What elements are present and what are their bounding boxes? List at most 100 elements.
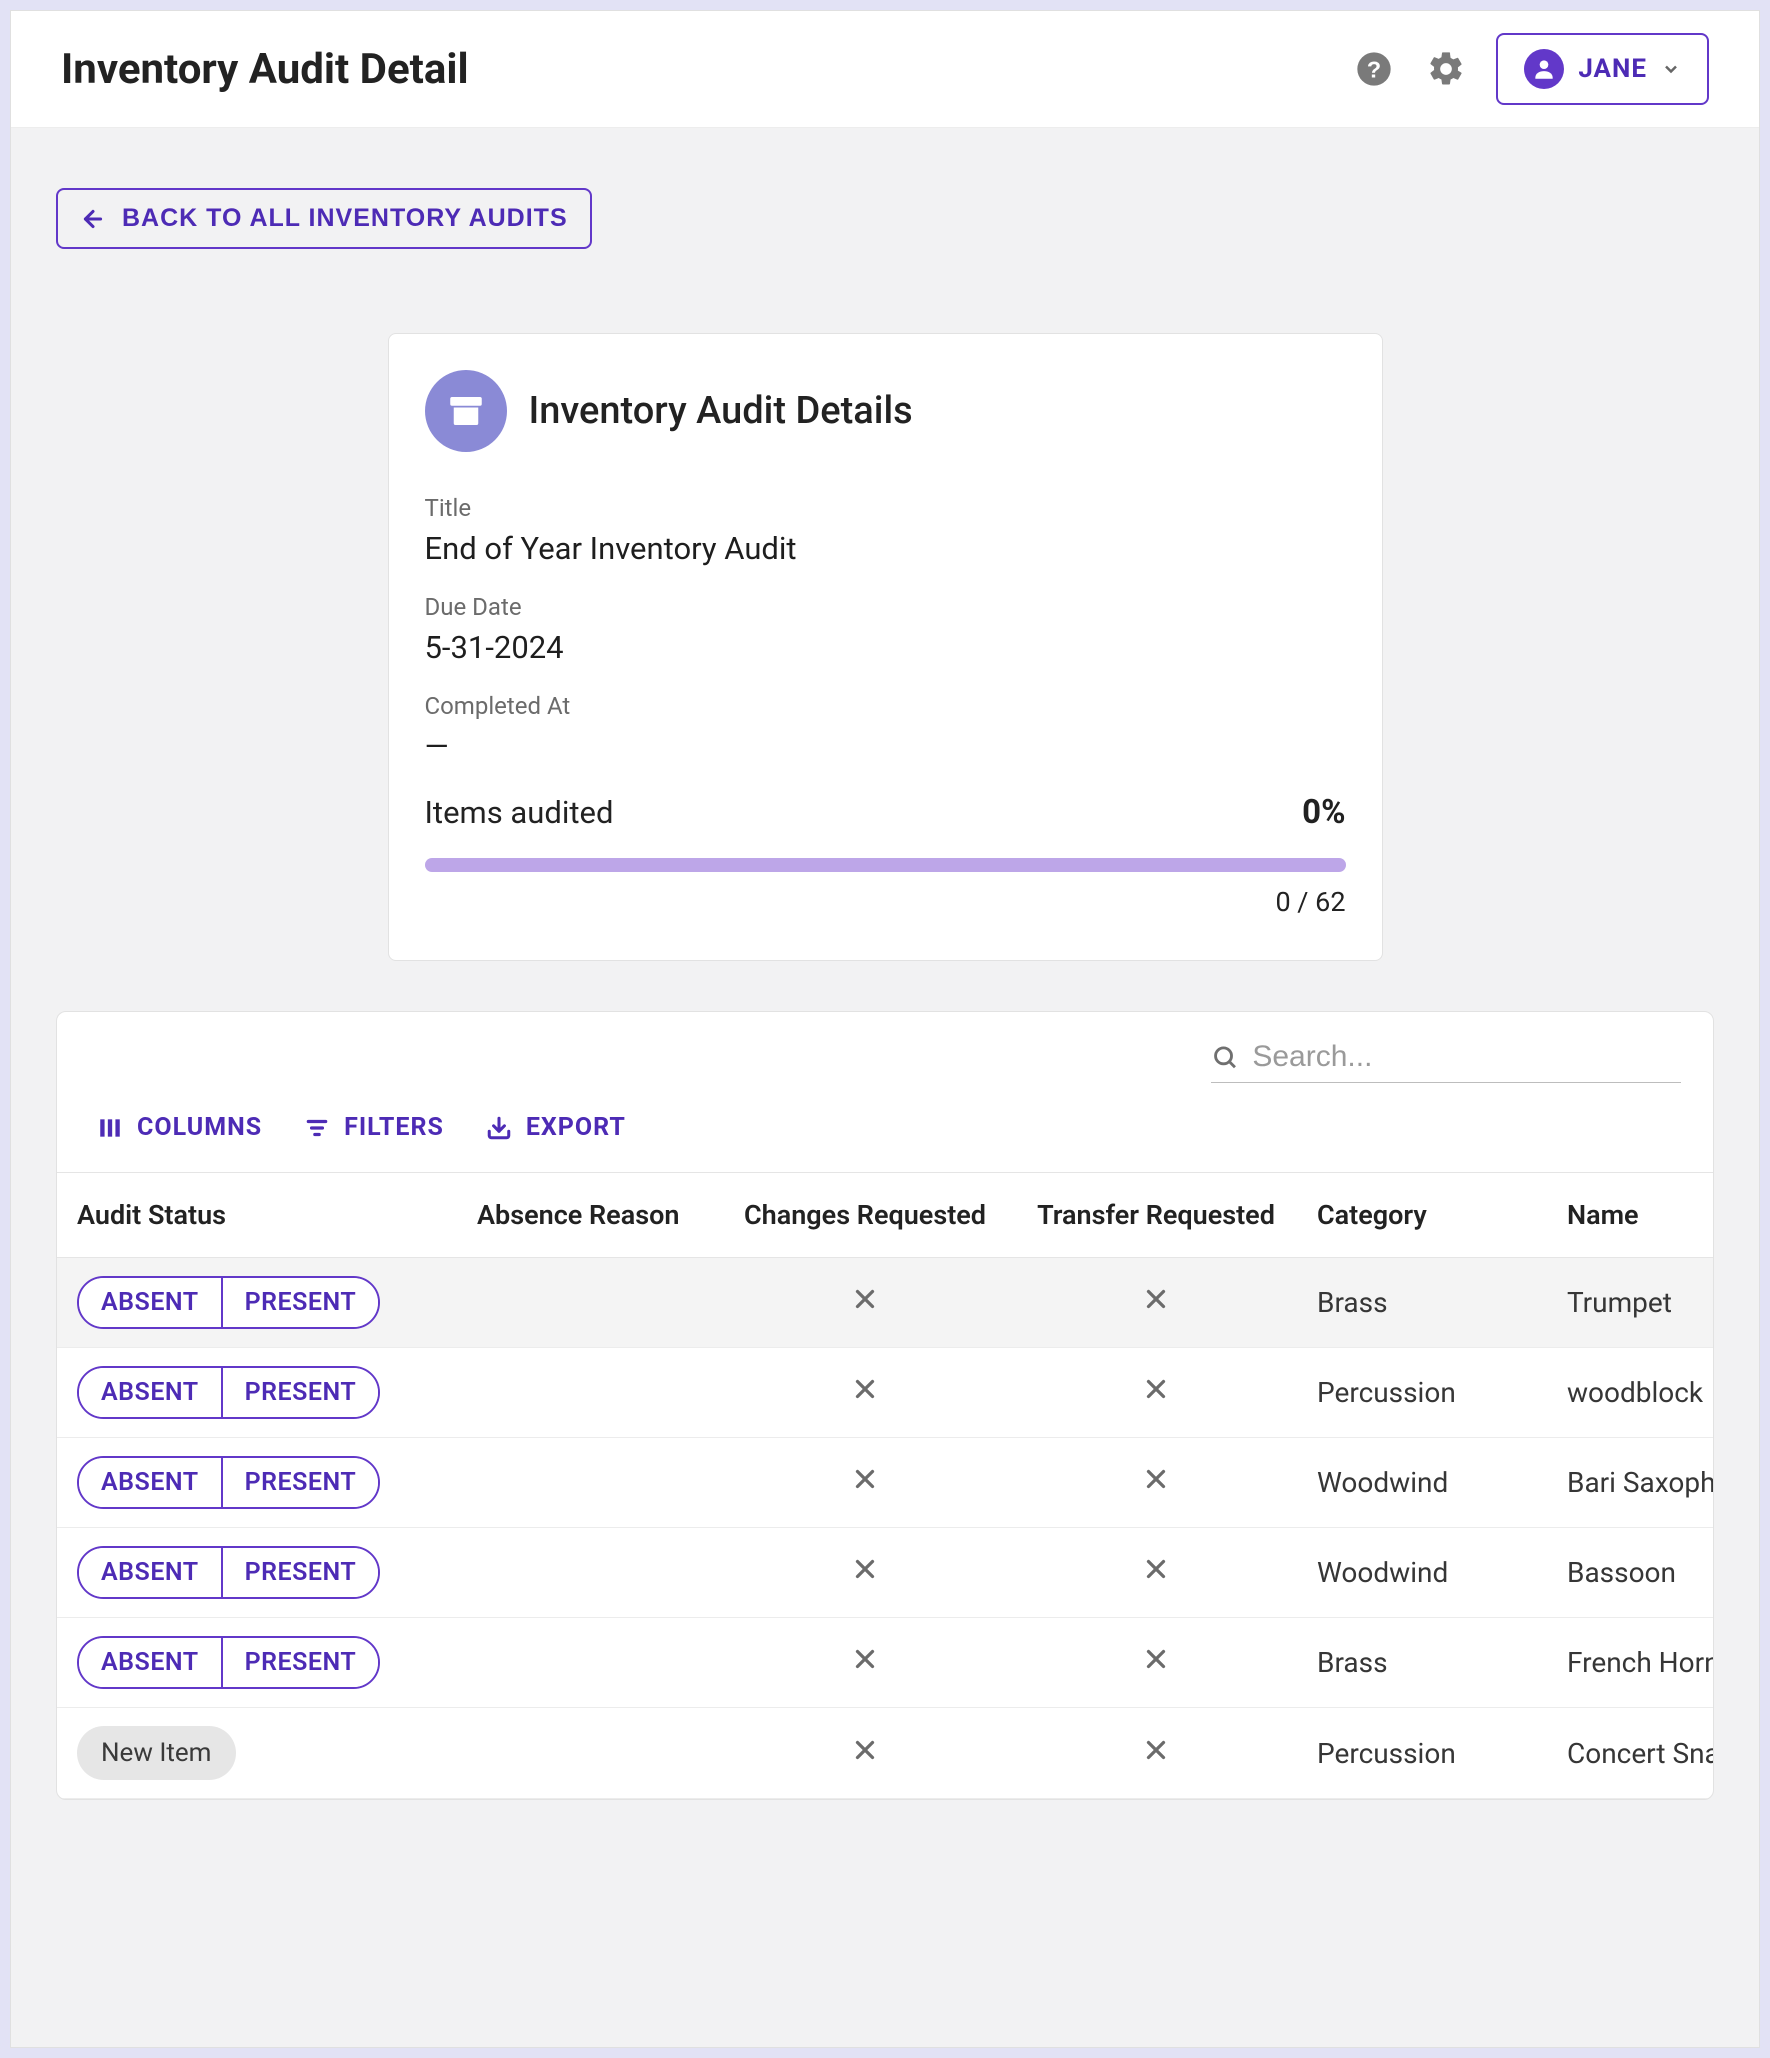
table-row[interactable]: ABSENTPRESENTPercussionwoodblock bbox=[57, 1348, 1713, 1438]
present-button[interactable]: PRESENT bbox=[221, 1548, 379, 1597]
progress-label: Items audited bbox=[425, 794, 614, 831]
title-field-label: Title bbox=[425, 494, 1346, 522]
app-header: Inventory Audit Detail ? JANE bbox=[11, 11, 1759, 128]
absent-button[interactable]: ABSENT bbox=[79, 1458, 221, 1507]
cell-absence-reason bbox=[457, 1348, 715, 1438]
avatar-icon bbox=[1524, 49, 1564, 89]
cell-absence-reason bbox=[457, 1258, 715, 1348]
col-category[interactable]: Category bbox=[1297, 1173, 1547, 1258]
columns-button-label: COLUMNS bbox=[137, 1113, 262, 1142]
search-input[interactable] bbox=[1252, 1040, 1681, 1074]
cell-category: Woodwind bbox=[1297, 1438, 1547, 1528]
close-icon bbox=[1141, 1378, 1171, 1411]
help-icon[interactable]: ? bbox=[1352, 47, 1396, 91]
absent-button[interactable]: ABSENT bbox=[79, 1638, 221, 1687]
col-name[interactable]: Name bbox=[1547, 1173, 1713, 1258]
columns-icon bbox=[97, 1115, 123, 1141]
cell-category: Percussion bbox=[1297, 1708, 1547, 1799]
cell-audit-status: ABSENTPRESENT bbox=[57, 1258, 457, 1348]
search-icon bbox=[1211, 1042, 1238, 1072]
cell-transfer-requested bbox=[1015, 1258, 1297, 1348]
cell-changes-requested bbox=[715, 1438, 1015, 1528]
present-button[interactable]: PRESENT bbox=[221, 1278, 379, 1327]
export-button[interactable]: EXPORT bbox=[486, 1113, 626, 1142]
table-row[interactable]: ABSENTPRESENT BrassTrumpet bbox=[57, 1258, 1713, 1348]
cell-category: Brass bbox=[1297, 1618, 1547, 1708]
close-icon bbox=[1141, 1739, 1171, 1772]
cell-name: Bari Saxoph bbox=[1547, 1438, 1713, 1528]
table-row[interactable]: New Item PercussionConcert Sna bbox=[57, 1708, 1713, 1799]
header-actions: ? JANE bbox=[1352, 33, 1709, 105]
cell-audit-status: ABSENTPRESENT bbox=[57, 1618, 457, 1708]
close-icon bbox=[1141, 1648, 1171, 1681]
cell-name: Bassoon bbox=[1547, 1528, 1713, 1618]
cell-name: Concert Sna bbox=[1547, 1708, 1713, 1799]
cell-audit-status: ABSENTPRESENT bbox=[57, 1348, 457, 1438]
detail-card-heading: Inventory Audit Details bbox=[529, 389, 913, 433]
progress-count: 0 / 62 bbox=[425, 886, 1346, 918]
filter-icon bbox=[304, 1115, 330, 1141]
present-button[interactable]: PRESENT bbox=[221, 1368, 379, 1417]
cell-absence-reason bbox=[457, 1708, 715, 1799]
cell-changes-requested bbox=[715, 1348, 1015, 1438]
cell-absence-reason bbox=[457, 1618, 715, 1708]
col-audit-status[interactable]: Audit Status bbox=[57, 1173, 457, 1258]
due-date-field-label: Due Date bbox=[425, 593, 1346, 621]
close-icon bbox=[850, 1378, 880, 1411]
cell-audit-status: ABSENTPRESENT bbox=[57, 1438, 457, 1528]
close-icon bbox=[850, 1288, 880, 1321]
progress-bar bbox=[425, 858, 1346, 872]
user-menu[interactable]: JANE bbox=[1496, 33, 1709, 105]
close-icon bbox=[1141, 1558, 1171, 1591]
table-row[interactable]: ABSENTPRESENT WoodwindBassoon bbox=[57, 1528, 1713, 1618]
cell-transfer-requested bbox=[1015, 1348, 1297, 1438]
audit-items-table-card: COLUMNS FILTERS EXPORT Audit Status bbox=[56, 1011, 1714, 1800]
new-item-chip: New Item bbox=[77, 1726, 236, 1780]
absent-button[interactable]: ABSENT bbox=[79, 1548, 221, 1597]
present-button[interactable]: PRESENT bbox=[221, 1458, 379, 1507]
filters-button-label: FILTERS bbox=[344, 1113, 444, 1142]
user-name-label: JANE bbox=[1578, 54, 1647, 84]
completed-at-field-value: — bbox=[425, 728, 1346, 765]
absent-button[interactable]: ABSENT bbox=[79, 1278, 221, 1327]
status-pill-group: ABSENTPRESENT bbox=[77, 1636, 380, 1689]
absent-button[interactable]: ABSENT bbox=[79, 1368, 221, 1417]
back-button-label: BACK TO ALL INVENTORY AUDITS bbox=[122, 204, 568, 233]
col-transfer-requested[interactable]: Transfer Requested bbox=[1015, 1173, 1297, 1258]
present-button[interactable]: PRESENT bbox=[221, 1638, 379, 1687]
due-date-field-value: 5-31-2024 bbox=[425, 629, 1346, 666]
col-absence-reason[interactable]: Absence Reason bbox=[457, 1173, 715, 1258]
cell-audit-status: ABSENTPRESENT bbox=[57, 1528, 457, 1618]
col-changes-requested[interactable]: Changes Requested bbox=[715, 1173, 1015, 1258]
status-pill-group: ABSENTPRESENT bbox=[77, 1276, 380, 1329]
cell-category: Brass bbox=[1297, 1258, 1547, 1348]
close-icon bbox=[1141, 1288, 1171, 1321]
cell-transfer-requested bbox=[1015, 1618, 1297, 1708]
filters-button[interactable]: FILTERS bbox=[304, 1113, 444, 1142]
close-icon bbox=[850, 1558, 880, 1591]
cell-audit-status: New Item bbox=[57, 1708, 457, 1799]
columns-button[interactable]: COLUMNS bbox=[97, 1113, 262, 1142]
export-button-label: EXPORT bbox=[526, 1113, 626, 1142]
close-icon bbox=[1141, 1468, 1171, 1501]
cell-name: Trumpet bbox=[1547, 1258, 1713, 1348]
back-button[interactable]: BACK TO ALL INVENTORY AUDITS bbox=[56, 188, 592, 249]
progress-percent: 0% bbox=[1302, 793, 1345, 832]
gear-icon[interactable] bbox=[1424, 47, 1468, 91]
table-row[interactable]: ABSENTPRESENT WoodwindBari Saxoph bbox=[57, 1438, 1713, 1528]
audit-detail-card: Inventory Audit Details Title End of Yea… bbox=[388, 333, 1383, 961]
table-row[interactable]: ABSENTPRESENTBrassFrench Horn bbox=[57, 1618, 1713, 1708]
cell-category: Woodwind bbox=[1297, 1528, 1547, 1618]
status-pill-group: ABSENTPRESENT bbox=[77, 1546, 380, 1599]
cell-transfer-requested bbox=[1015, 1528, 1297, 1618]
cell-changes-requested bbox=[715, 1618, 1015, 1708]
status-pill-group: ABSENTPRESENT bbox=[77, 1366, 380, 1419]
close-icon bbox=[850, 1648, 880, 1681]
arrow-left-icon bbox=[80, 206, 106, 232]
completed-at-field-label: Completed At bbox=[425, 692, 1346, 720]
search-field[interactable] bbox=[1211, 1040, 1681, 1083]
close-icon bbox=[850, 1739, 880, 1772]
page-title: Inventory Audit Detail bbox=[61, 45, 469, 94]
cell-absence-reason bbox=[457, 1528, 715, 1618]
cell-name: woodblock bbox=[1547, 1348, 1713, 1438]
